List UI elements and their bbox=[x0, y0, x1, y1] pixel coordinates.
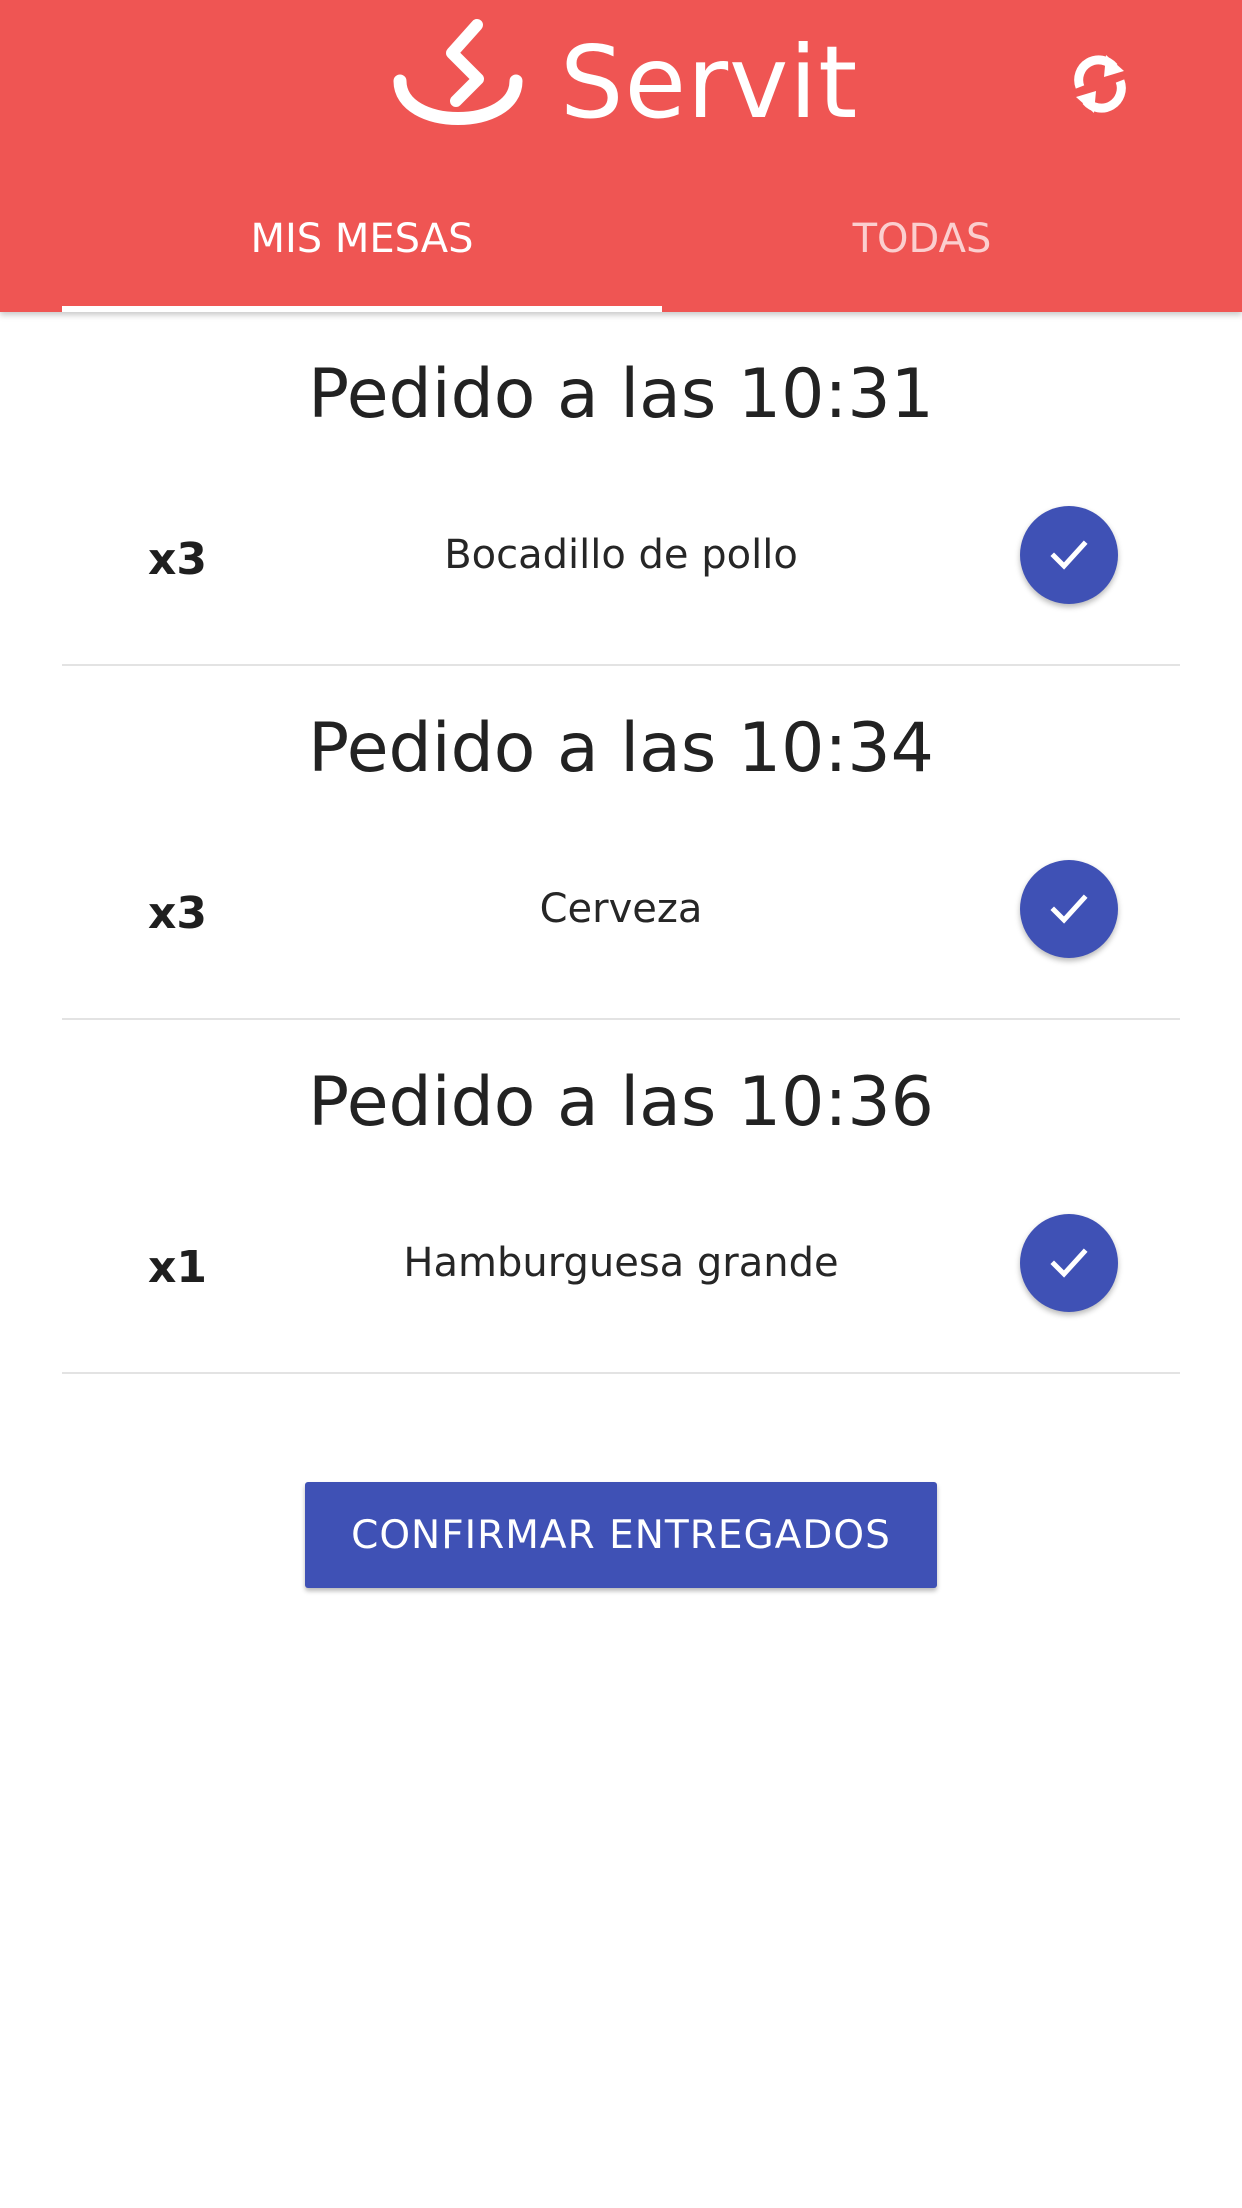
mark-delivered-button[interactable] bbox=[1020, 1214, 1118, 1312]
tab-bar: MIS MESAS TODAS bbox=[0, 196, 1242, 312]
orders-list: Pedido a las 10:31 x3 Bocadillo de pollo… bbox=[62, 312, 1180, 1374]
order-item-name: Bocadillo de pollo bbox=[444, 532, 798, 578]
tab-mis-mesas[interactable]: MIS MESAS bbox=[62, 196, 662, 312]
tab-todas[interactable]: TODAS bbox=[662, 196, 1182, 312]
check-icon bbox=[1050, 894, 1088, 924]
order-card: Pedido a las 10:34 x3 Cerveza bbox=[62, 666, 1180, 1020]
order-title: Pedido a las 10:31 bbox=[308, 355, 934, 434]
refresh-icon bbox=[1074, 55, 1126, 113]
servit-logo-icon bbox=[393, 19, 523, 125]
active-tab-indicator bbox=[62, 306, 662, 312]
check-icon bbox=[1050, 1248, 1088, 1278]
app-header: Servit MIS MESAS TODAS bbox=[0, 0, 1242, 312]
confirm-delivered-button[interactable]: CONFIRMAR ENTREGADOS bbox=[305, 1482, 937, 1588]
order-title: Pedido a las 10:34 bbox=[308, 709, 934, 788]
order-item-name: Hamburguesa grande bbox=[403, 1240, 839, 1286]
order-card: Pedido a las 10:31 x3 Bocadillo de pollo bbox=[62, 312, 1180, 666]
refresh-button[interactable] bbox=[1064, 46, 1136, 122]
order-title: Pedido a las 10:36 bbox=[308, 1063, 934, 1142]
app-screen: Servit MIS MESAS TODAS Pedido a las 10:3… bbox=[0, 0, 1242, 2208]
brand-name: Servit bbox=[560, 24, 859, 141]
mark-delivered-button[interactable] bbox=[1020, 506, 1118, 604]
check-icon bbox=[1050, 540, 1088, 570]
order-item-name: Cerveza bbox=[539, 886, 703, 932]
order-card: Pedido a las 10:36 x1 Hamburguesa grande bbox=[62, 1020, 1180, 1374]
mark-delivered-button[interactable] bbox=[1020, 860, 1118, 958]
brand: Servit bbox=[392, 18, 858, 148]
